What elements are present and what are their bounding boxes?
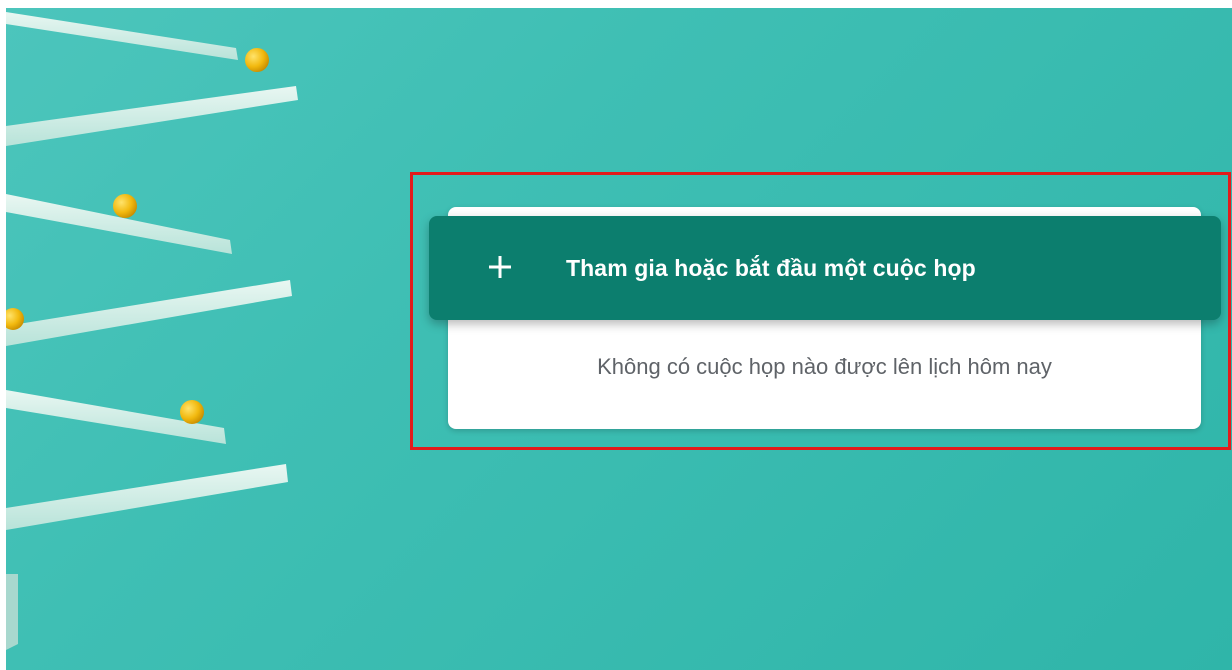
meet-home-screen: Không có cuộc họp nào được lên lịch hôm … — [0, 0, 1232, 670]
marble-ramps-illustration — [6, 12, 298, 650]
marble-ball — [245, 48, 269, 72]
join-or-start-meeting-label: Tham gia hoặc bắt đầu một cuộc họp — [566, 255, 976, 281]
marble-ball — [180, 400, 204, 424]
plus-icon — [489, 256, 511, 278]
ramp-shapes — [6, 12, 298, 650]
no-meetings-text: Không có cuộc họp nào được lên lịch hôm … — [597, 354, 1052, 379]
marble-ball — [113, 194, 137, 218]
join-or-start-meeting-button[interactable]: Tham gia hoặc bắt đầu một cuộc họp — [429, 216, 1221, 320]
